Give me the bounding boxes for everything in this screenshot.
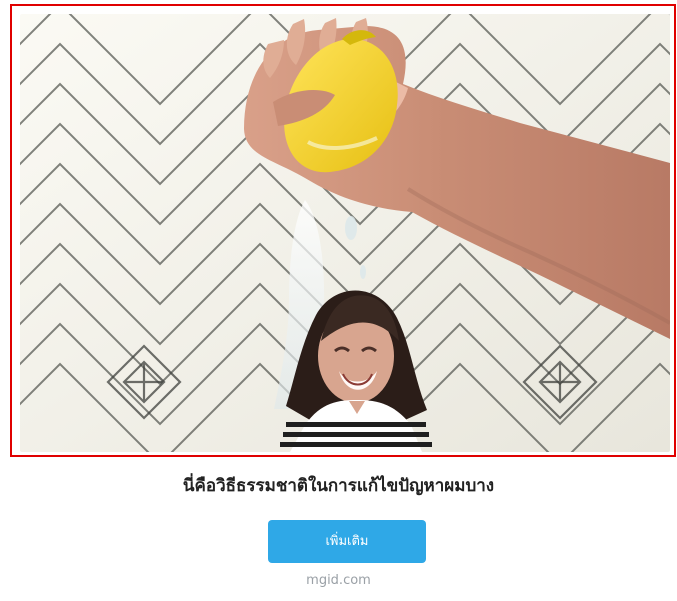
more-button[interactable]: เพิ่มเติม [268, 520, 426, 563]
ad-image-frame[interactable] [10, 4, 676, 457]
lemon-squeeze-photo[interactable] [20, 14, 670, 452]
ad-headline[interactable]: นี่คือวิธีธรรมชาติในการแก้ไขปัญหาผมบาง [0, 474, 677, 498]
source-domain: mgid.com [306, 573, 371, 588]
ad-card: นี่คือวิธีธรรมชาติในการแก้ไขปัญหาผมบาง เ… [0, 0, 677, 601]
